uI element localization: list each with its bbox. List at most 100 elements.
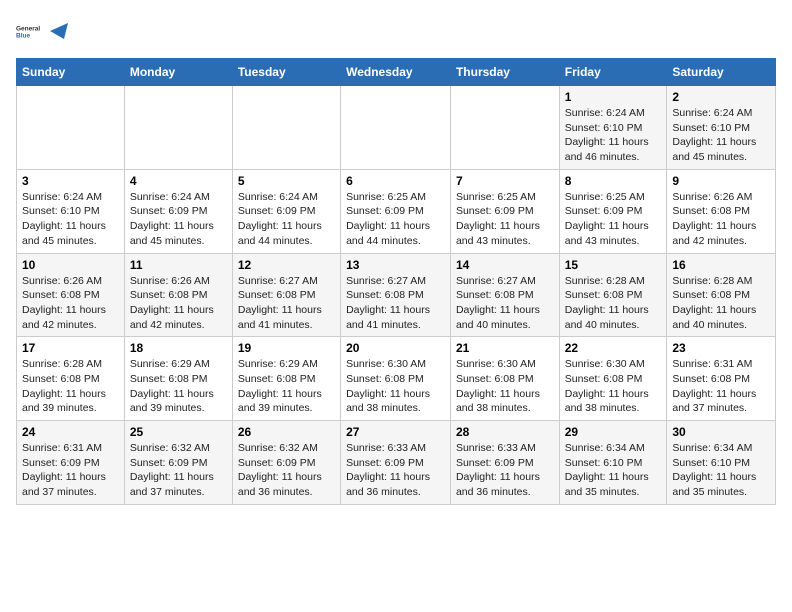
calendar-cell: 10 Sunrise: 6:26 AM Sunset: 6:08 PM Dayli… (17, 253, 125, 337)
calendar-cell: 2 Sunrise: 6:24 AM Sunset: 6:10 PM Daylig… (667, 86, 776, 170)
day-number: 19 (238, 341, 335, 355)
day-number: 18 (130, 341, 227, 355)
logo-svg: General Blue (16, 16, 46, 46)
day-number: 11 (130, 258, 227, 272)
day-info: Sunrise: 6:33 AM Sunset: 6:09 PM Dayligh… (456, 441, 554, 500)
calendar-cell: 1 Sunrise: 6:24 AM Sunset: 6:10 PM Daylig… (559, 86, 667, 170)
calendar-cell: 14 Sunrise: 6:27 AM Sunset: 6:08 PM Dayli… (450, 253, 559, 337)
calendar-cell: 24 Sunrise: 6:31 AM Sunset: 6:09 PM Dayli… (17, 421, 125, 505)
day-number: 22 (565, 341, 662, 355)
day-number: 8 (565, 174, 662, 188)
header-sunday: Sunday (17, 59, 125, 86)
day-info: Sunrise: 6:24 AM Sunset: 6:10 PM Dayligh… (672, 106, 770, 165)
svg-text:Blue: Blue (16, 33, 30, 40)
header-saturday: Saturday (667, 59, 776, 86)
calendar-cell: 7 Sunrise: 6:25 AM Sunset: 6:09 PM Daylig… (450, 169, 559, 253)
day-number: 24 (22, 425, 119, 439)
day-number: 14 (456, 258, 554, 272)
day-number: 25 (130, 425, 227, 439)
day-info: Sunrise: 6:31 AM Sunset: 6:09 PM Dayligh… (22, 441, 119, 500)
logo: General Blue (16, 16, 70, 46)
calendar-cell: 3 Sunrise: 6:24 AM Sunset: 6:10 PM Daylig… (17, 169, 125, 253)
calendar-week-row: 10 Sunrise: 6:26 AM Sunset: 6:08 PM Dayli… (17, 253, 776, 337)
day-info: Sunrise: 6:26 AM Sunset: 6:08 PM Dayligh… (672, 190, 770, 249)
day-info: Sunrise: 6:33 AM Sunset: 6:09 PM Dayligh… (346, 441, 445, 500)
header-tuesday: Tuesday (232, 59, 340, 86)
calendar-cell: 25 Sunrise: 6:32 AM Sunset: 6:09 PM Dayli… (124, 421, 232, 505)
svg-text:General: General (16, 26, 40, 33)
day-number: 13 (346, 258, 445, 272)
day-info: Sunrise: 6:24 AM Sunset: 6:10 PM Dayligh… (565, 106, 662, 165)
day-number: 5 (238, 174, 335, 188)
calendar-week-row: 24 Sunrise: 6:31 AM Sunset: 6:09 PM Dayli… (17, 421, 776, 505)
day-info: Sunrise: 6:28 AM Sunset: 6:08 PM Dayligh… (22, 357, 119, 416)
calendar-cell: 16Sunrise: 6:28 AM Sunset: 6:08 PM Dayli… (667, 253, 776, 337)
day-info: Sunrise: 6:26 AM Sunset: 6:08 PM Dayligh… (130, 274, 227, 333)
day-info: Sunrise: 6:34 AM Sunset: 6:10 PM Dayligh… (672, 441, 770, 500)
day-number: 4 (130, 174, 227, 188)
calendar-cell: 28Sunrise: 6:33 AM Sunset: 6:09 PM Dayli… (450, 421, 559, 505)
day-info: Sunrise: 6:30 AM Sunset: 6:08 PM Dayligh… (456, 357, 554, 416)
day-number: 29 (565, 425, 662, 439)
day-number: 26 (238, 425, 335, 439)
day-number: 3 (22, 174, 119, 188)
calendar-cell: 13 Sunrise: 6:27 AM Sunset: 6:08 PM Dayli… (341, 253, 451, 337)
calendar-cell: 9 Sunrise: 6:26 AM Sunset: 6:08 PM Daylig… (667, 169, 776, 253)
calendar-week-row: 17 Sunrise: 6:28 AM Sunset: 6:08 PM Dayli… (17, 337, 776, 421)
day-number: 17 (22, 341, 119, 355)
calendar-header-row: SundayMondayTuesdayWednesdayThursdayFrid… (17, 59, 776, 86)
calendar-week-row: 3 Sunrise: 6:24 AM Sunset: 6:10 PM Daylig… (17, 169, 776, 253)
day-info: Sunrise: 6:30 AM Sunset: 6:08 PM Dayligh… (346, 357, 445, 416)
calendar-cell: 12Sunrise: 6:27 AM Sunset: 6:08 PM Dayli… (232, 253, 340, 337)
day-info: Sunrise: 6:27 AM Sunset: 6:08 PM Dayligh… (456, 274, 554, 333)
day-number: 30 (672, 425, 770, 439)
day-number: 1 (565, 90, 662, 104)
day-info: Sunrise: 6:30 AM Sunset: 6:08 PM Dayligh… (565, 357, 662, 416)
day-info: Sunrise: 6:25 AM Sunset: 6:09 PM Dayligh… (346, 190, 445, 249)
day-number: 9 (672, 174, 770, 188)
day-info: Sunrise: 6:27 AM Sunset: 6:08 PM Dayligh… (238, 274, 335, 333)
calendar-cell: 21 Sunrise: 6:30 AM Sunset: 6:08 PM Dayli… (450, 337, 559, 421)
day-info: Sunrise: 6:25 AM Sunset: 6:09 PM Dayligh… (456, 190, 554, 249)
calendar-cell: 15 Sunrise: 6:28 AM Sunset: 6:08 PM Dayli… (559, 253, 667, 337)
day-number: 6 (346, 174, 445, 188)
day-number: 15 (565, 258, 662, 272)
day-number: 27 (346, 425, 445, 439)
calendar-cell: 29 Sunrise: 6:34 AM Sunset: 6:10 PM Dayli… (559, 421, 667, 505)
day-info: Sunrise: 6:31 AM Sunset: 6:08 PM Dayligh… (672, 357, 770, 416)
calendar-cell: 19 Sunrise: 6:29 AM Sunset: 6:08 PM Dayli… (232, 337, 340, 421)
day-info: Sunrise: 6:29 AM Sunset: 6:08 PM Dayligh… (130, 357, 227, 416)
calendar-cell: 5 Sunrise: 6:24 AM Sunset: 6:09 PM Daylig… (232, 169, 340, 253)
day-info: Sunrise: 6:25 AM Sunset: 6:09 PM Dayligh… (565, 190, 662, 249)
calendar-cell (124, 86, 232, 170)
calendar-cell: 18 Sunrise: 6:29 AM Sunset: 6:08 PM Dayli… (124, 337, 232, 421)
day-info: Sunrise: 6:24 AM Sunset: 6:09 PM Dayligh… (238, 190, 335, 249)
calendar-cell (17, 86, 125, 170)
day-info: Sunrise: 6:32 AM Sunset: 6:09 PM Dayligh… (130, 441, 227, 500)
day-info: Sunrise: 6:29 AM Sunset: 6:08 PM Dayligh… (238, 357, 335, 416)
day-number: 10 (22, 258, 119, 272)
calendar-cell: 23 Sunrise: 6:31 AM Sunset: 6:08 PM Dayli… (667, 337, 776, 421)
day-number: 7 (456, 174, 554, 188)
day-number: 20 (346, 341, 445, 355)
calendar-table: SundayMondayTuesdayWednesdayThursdayFrid… (16, 58, 776, 505)
day-info: Sunrise: 6:24 AM Sunset: 6:09 PM Dayligh… (130, 190, 227, 249)
logo-wing-icon (50, 21, 70, 41)
day-number: 23 (672, 341, 770, 355)
day-info: Sunrise: 6:28 AM Sunset: 6:08 PM Dayligh… (565, 274, 662, 333)
calendar-cell: 4 Sunrise: 6:24 AM Sunset: 6:09 PM Daylig… (124, 169, 232, 253)
calendar-cell (450, 86, 559, 170)
calendar-cell: 30 Sunrise: 6:34 AM Sunset: 6:10 PM Dayli… (667, 421, 776, 505)
day-info: Sunrise: 6:24 AM Sunset: 6:10 PM Dayligh… (22, 190, 119, 249)
day-number: 2 (672, 90, 770, 104)
header-wednesday: Wednesday (341, 59, 451, 86)
day-number: 21 (456, 341, 554, 355)
day-info: Sunrise: 6:32 AM Sunset: 6:09 PM Dayligh… (238, 441, 335, 500)
calendar-cell: 8 Sunrise: 6:25 AM Sunset: 6:09 PM Daylig… (559, 169, 667, 253)
calendar-cell: 26 Sunrise: 6:32 AM Sunset: 6:09 PM Dayli… (232, 421, 340, 505)
day-info: Sunrise: 6:34 AM Sunset: 6:10 PM Dayligh… (565, 441, 662, 500)
calendar-cell: 11 Sunrise: 6:26 AM Sunset: 6:08 PM Dayli… (124, 253, 232, 337)
day-info: Sunrise: 6:26 AM Sunset: 6:08 PM Dayligh… (22, 274, 119, 333)
calendar-cell (232, 86, 340, 170)
day-info: Sunrise: 6:27 AM Sunset: 6:08 PM Dayligh… (346, 274, 445, 333)
